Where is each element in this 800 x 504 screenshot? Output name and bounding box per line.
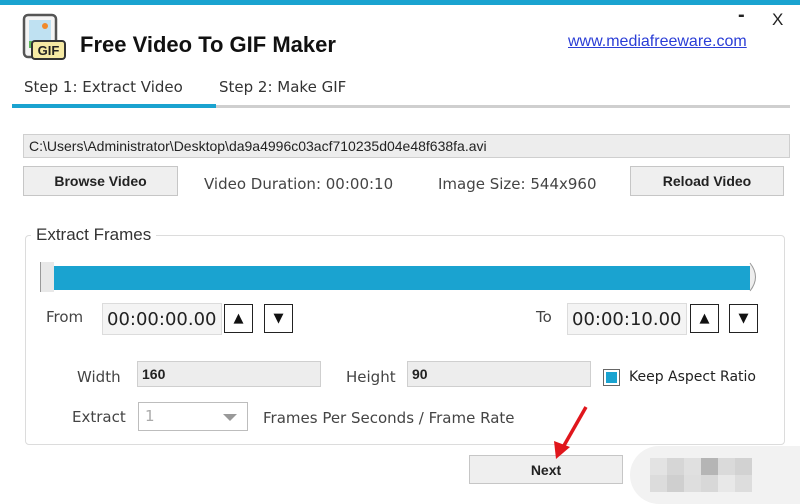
to-time-input[interactable]: 00:00:10.00 <box>567 303 687 335</box>
app-logo-icon: GIF <box>20 13 68 63</box>
to-up-button[interactable]: ▲ <box>690 304 719 333</box>
arrow-down-icon: ▼ <box>273 311 284 326</box>
next-button[interactable]: Next <box>469 455 623 484</box>
app-title: Free Video To GIF Maker <box>80 32 336 57</box>
svg-text:GIF: GIF <box>38 43 60 58</box>
range-end-handle[interactable] <box>748 262 762 292</box>
tab-make-gif[interactable]: Step 2: Make GIF <box>219 78 346 96</box>
from-up-button[interactable]: ▲ <box>224 304 253 333</box>
tab-extract-video[interactable]: Step 1: Extract Video <box>24 78 183 96</box>
to-label: To <box>536 308 552 326</box>
minimize-button[interactable]: - <box>738 4 745 27</box>
from-down-button[interactable]: ▼ <box>264 304 293 333</box>
close-button[interactable]: X <box>772 10 783 30</box>
browse-video-button[interactable]: Browse Video <box>23 166 178 196</box>
frame-rate-select[interactable]: 1 <box>138 402 248 431</box>
website-link[interactable]: www.mediafreeware.com <box>568 33 747 51</box>
keep-aspect-ratio-checkbox[interactable] <box>603 369 620 386</box>
reload-video-button[interactable]: Reload Video <box>630 166 784 196</box>
active-tab-indicator <box>12 104 216 108</box>
video-duration-text: Video Duration: 00:00:10 <box>204 175 394 193</box>
width-label: Width <box>77 368 121 386</box>
range-start-handle[interactable] <box>40 262 54 292</box>
from-label: From <box>46 308 84 326</box>
annotation-arrow-icon <box>554 406 588 459</box>
image-size-text: Image Size: 544x960 <box>438 175 597 193</box>
arrow-up-icon: ▲ <box>233 311 244 326</box>
arrow-up-icon: ▲ <box>699 311 710 326</box>
extract-label: Extract <box>72 408 126 426</box>
checkbox-fill <box>606 372 617 383</box>
from-time-input[interactable]: 00:00:00.00 <box>102 303 222 335</box>
frame-rate-label: Frames Per Seconds / Frame Rate <box>263 409 515 427</box>
height-input[interactable]: 90 <box>407 361 591 387</box>
arrow-down-icon: ▼ <box>738 311 749 326</box>
range-slider-track[interactable] <box>52 266 750 290</box>
blurred-region <box>630 446 800 504</box>
height-label: Height <box>346 368 396 386</box>
video-path-field[interactable]: C:\Users\Administrator\Desktop\da9a4996c… <box>23 134 790 158</box>
chevron-down-icon <box>223 414 237 421</box>
keep-aspect-ratio-label: Keep Aspect Ratio <box>629 369 756 385</box>
extract-frames-title: Extract Frames <box>31 225 157 245</box>
frame-rate-value: 1 <box>145 407 155 425</box>
window-top-accent-bar <box>0 0 800 5</box>
width-input[interactable]: 160 <box>137 361 321 387</box>
to-down-button[interactable]: ▼ <box>729 304 758 333</box>
